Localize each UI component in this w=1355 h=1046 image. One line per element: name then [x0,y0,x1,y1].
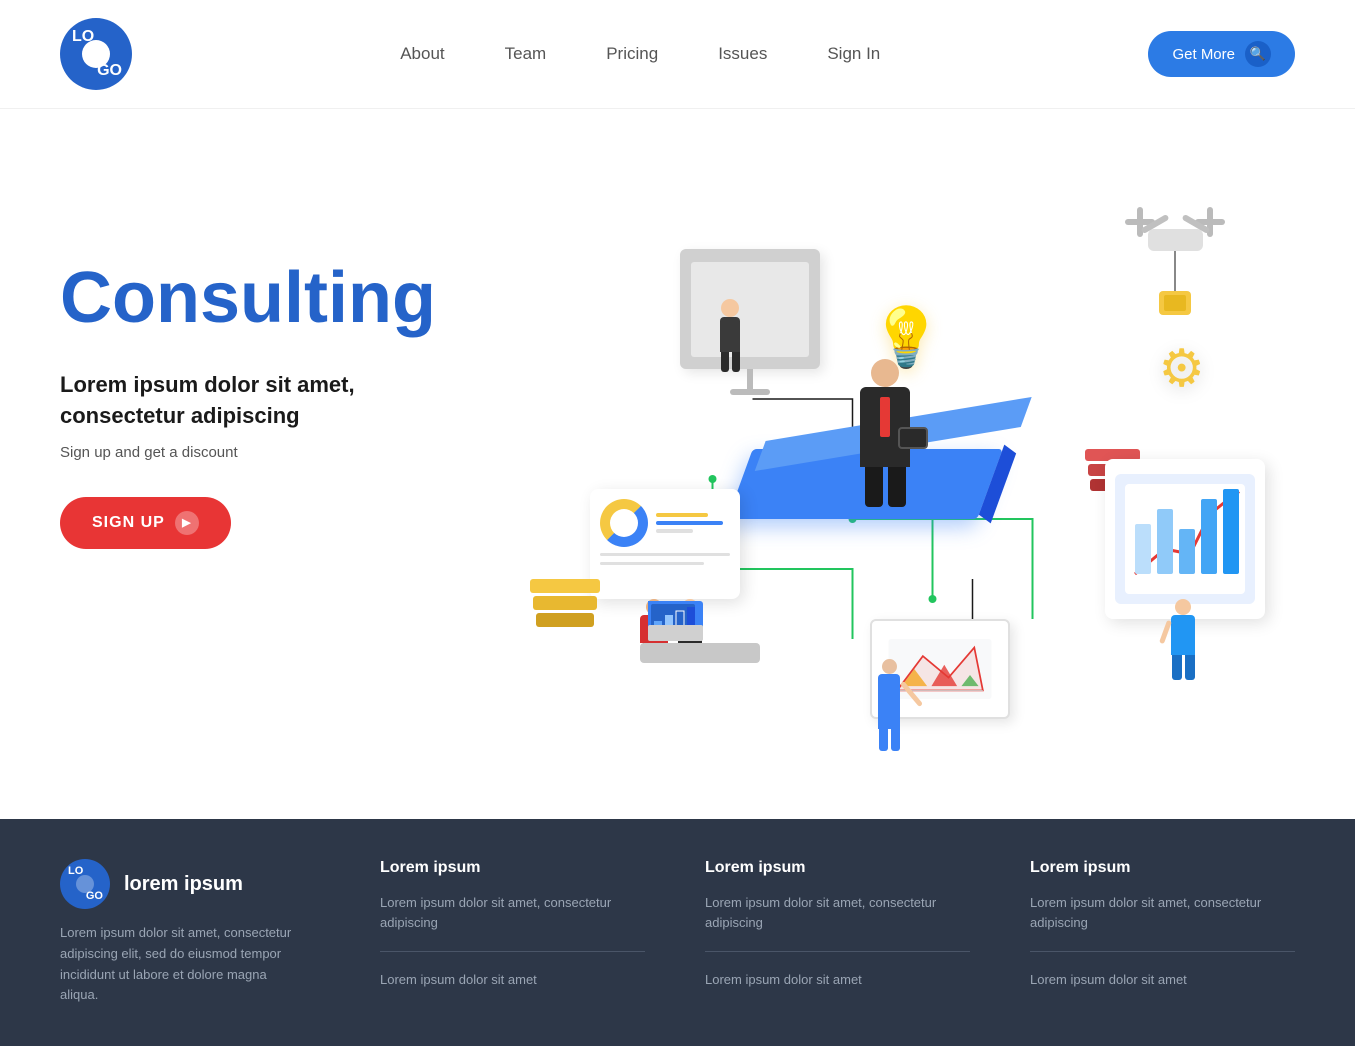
exec-legs [860,467,910,507]
get-more-button[interactable]: Get More 🔍 [1148,31,1295,77]
footer-logo: lorem ipsum [60,859,320,909]
person-leg-r [732,352,740,372]
footer-col-1-title: Lorem ipsum [380,859,645,877]
footer-col-3: Lorem ipsum Lorem ipsum dolor sit amet, … [1030,859,1295,1006]
yellow-box-2 [533,596,597,610]
search-icon: 🔍 [1245,41,1271,67]
dashboard-card [590,489,740,599]
main-nav: About Team Pricing Issues Sign In [400,44,880,64]
growth-chart [1105,459,1265,619]
growth-chart-svg [1115,469,1255,609]
person-at-chart [1171,599,1195,680]
monitor-base [730,389,770,395]
footer-col-2-title: Lorem ipsum [705,859,970,877]
logo-inner [82,40,110,68]
exec-body [860,387,910,467]
nav-pricing[interactable]: Pricing [606,44,658,64]
logo[interactable] [60,18,132,90]
footer-brand: lorem ipsum Lorem ipsum dolor sit amet, … [60,859,320,1006]
play-icon: ▶ [175,511,199,535]
hero-title: Consulting [60,259,480,338]
footer: lorem ipsum Lorem ipsum dolor sit amet, … [0,819,1355,1046]
header: About Team Pricing Issues Sign In Get Mo… [0,0,1355,109]
monitor-stand [747,369,753,389]
signup-label: SIGN UP [92,514,165,532]
footer-col-3-title: Lorem ipsum [1030,859,1295,877]
chart-line-1 [656,513,708,517]
footer-col-2-text1: Lorem ipsum dolor sit amet, consectetur … [705,893,970,933]
footer-col-3-text1: Lorem ipsum dolor sit amet, consectetur … [1030,893,1295,933]
person-pointing [878,659,900,751]
yellow-box-3 [536,613,594,627]
hero-subtitle: Lorem ipsum dolor sit amet, consectetur … [60,370,480,432]
nav-team[interactable]: Team [505,44,547,64]
chart-line-3 [656,529,693,533]
footer-col-3-text2: Lorem ipsum dolor sit amet [1030,970,1295,990]
drone-package [1159,291,1191,315]
person-leg-l [721,352,729,372]
drone-body [1148,229,1203,251]
logo-circle [60,18,132,90]
get-more-label: Get More [1172,46,1235,63]
footer-col-2-divider [705,951,970,952]
yellow-box-1 [530,579,600,593]
signup-button[interactable]: SIGN UP ▶ [60,497,231,549]
hero-illustration: ⚙ 💡 [480,139,1295,819]
nav-signin[interactable]: Sign In [827,44,880,64]
footer-col-2: Lorem ipsum Lorem ipsum dolor sit amet, … [705,859,970,1006]
footer-logo-inner [76,875,94,893]
drone-package-inner [1164,295,1186,311]
chart-line-2 [656,521,723,525]
person-body [720,317,740,352]
person-legs [720,352,740,372]
drone-propellers [1125,219,1225,225]
footer-col-1-text2: Lorem ipsum dolor sit amet [380,970,645,990]
exec-leg-right [888,467,906,507]
footer-col-1-divider [380,951,645,952]
chart-lines [656,513,730,533]
iso-scene: ⚙ 💡 [480,139,1295,819]
donut-chart [600,499,730,547]
exec-head [871,359,899,387]
card-line-2 [600,562,704,565]
monitor [680,249,820,369]
hero-description: Sign up and get a discount [60,444,480,461]
exec-briefcase [898,427,928,449]
hero-section: Consulting Lorem ipsum dolor sit amet, c… [0,109,1355,819]
drone-string [1174,251,1176,291]
footer-brand-name: lorem ipsum [124,873,243,896]
header-right: Get More 🔍 [1148,31,1295,77]
laptop-desk [640,643,760,663]
person-at-laptop [640,599,760,663]
person-head [721,299,739,317]
monitor-screen [691,262,809,357]
nav-issues[interactable]: Issues [718,44,767,64]
footer-col-1: Lorem ipsum Lorem ipsum dolor sit amet, … [380,859,645,1006]
nav-about[interactable]: About [400,44,444,64]
footer-brand-desc: Lorem ipsum dolor sit amet, consectetur … [60,923,300,1006]
yellow-stacked-boxes [530,579,600,627]
exec-leg-left [865,467,883,507]
footer-col-2-text2: Lorem ipsum dolor sit amet [705,970,970,990]
gear-icon: ⚙ [1158,339,1205,399]
laptop-keyboard [648,625,703,641]
donut-ring [600,499,648,547]
card-line-1 [600,553,730,556]
hero-text: Consulting Lorem ipsum dolor sit amet, c… [60,139,480,549]
person-executive [860,359,910,507]
exec-tie [880,397,890,437]
footer-logo-circle [60,859,110,909]
drone [1125,219,1225,315]
footer-col-1-text1: Lorem ipsum dolor sit amet, consectetur … [380,893,645,933]
footer-col-3-divider [1030,951,1295,952]
person-standing [720,299,740,372]
